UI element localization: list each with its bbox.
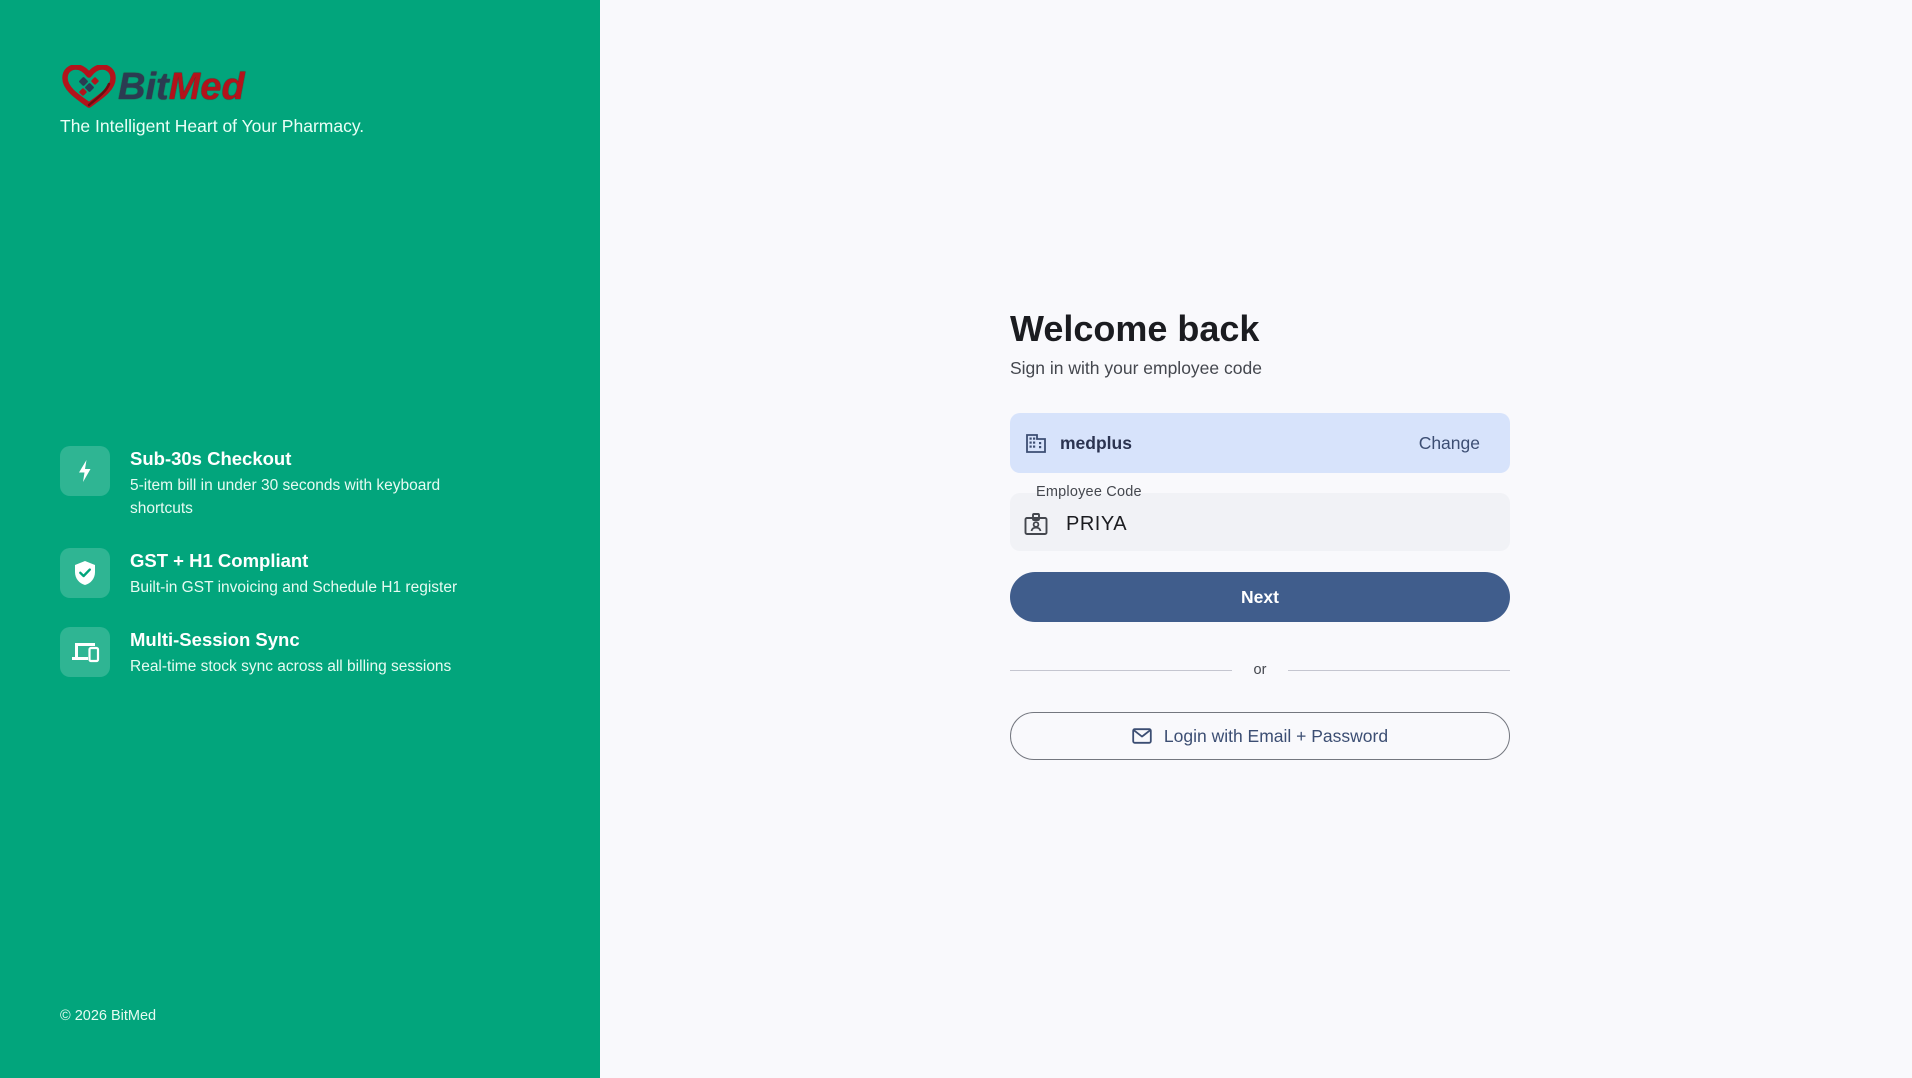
feature-title: Sub-30s Checkout [130, 448, 292, 469]
logo-wordmark-bit: Bit [118, 66, 169, 108]
tagline: The Intelligent Heart of Your Pharmacy. [60, 116, 365, 136]
employee-code-label: Employee Code [1035, 484, 1143, 500]
tenant-name: medplus [1060, 432, 1132, 453]
feature-description: 5-item bill in under 30 seconds with key… [130, 477, 441, 517]
divider-line [1288, 669, 1510, 671]
building-icon [1026, 434, 1046, 453]
employee-code-field[interactable]: Employee Code [1010, 484, 1510, 551]
brand-panel: BitMed The Intelligent Heart of Your Pha… [0, 0, 600, 1078]
next-button[interactable]: Next [1010, 572, 1510, 622]
feature-text: Multi-Session Sync Real-time stock sync … [130, 627, 500, 678]
feature-description: Real-time stock sync across all billing … [130, 658, 452, 675]
email-login-label: Login with Email + Password [1163, 725, 1389, 746]
page-subtitle: Sign in with your employee code [1010, 358, 1262, 378]
logo-wordmark: BitMed [118, 65, 245, 109]
change-tenant-button[interactable]: Change [1405, 427, 1494, 460]
feature-title: Multi-Session Sync [130, 629, 300, 650]
feature-item: Sub-30s Checkout 5-item bill in under 30… [60, 446, 520, 520]
brand-block: BitMed The Intelligent Heart of Your Pha… [60, 64, 364, 137]
divider-label: or [1253, 662, 1267, 678]
feature-text: Sub-30s Checkout 5-item bill in under 30… [130, 446, 500, 520]
feature-description: Built-in GST invoicing and Schedule H1 r… [130, 579, 458, 596]
email-login-button[interactable]: Login with Email + Password [1010, 712, 1510, 760]
logo-wordmark-med: Med [168, 66, 245, 108]
tenant-selector: medplus Change [1010, 413, 1510, 473]
feature-text: GST + H1 Compliant Built-in GST invoicin… [130, 548, 500, 599]
mail-icon [1132, 728, 1152, 744]
divider-line [1010, 669, 1232, 671]
logo: BitMed [60, 64, 364, 110]
employee-code-input[interactable] [1064, 511, 1488, 537]
bolt-icon [60, 446, 110, 496]
login-page: BitMed The Intelligent Heart of Your Pha… [0, 0, 1912, 1078]
devices-icon [60, 627, 110, 677]
login-panel: Welcome back Sign in with your employee … [600, 0, 1912, 1078]
feature-list: Sub-30s Checkout 5-item bill in under 30… [60, 446, 520, 706]
login-form: Welcome back Sign in with your employee … [1010, 308, 1510, 760]
id-badge-icon [1024, 513, 1048, 535]
divider: or [1010, 660, 1510, 680]
feature-item: GST + H1 Compliant Built-in GST invoicin… [60, 548, 520, 599]
shield-check-icon [60, 548, 110, 598]
page-title: Welcome back [1010, 308, 1260, 349]
feature-item: Multi-Session Sync Real-time stock sync … [60, 627, 520, 678]
feature-title: GST + H1 Compliant [130, 550, 309, 571]
heart-logo-icon [62, 65, 116, 108]
copyright: © 2026 BitMed [60, 1008, 157, 1024]
